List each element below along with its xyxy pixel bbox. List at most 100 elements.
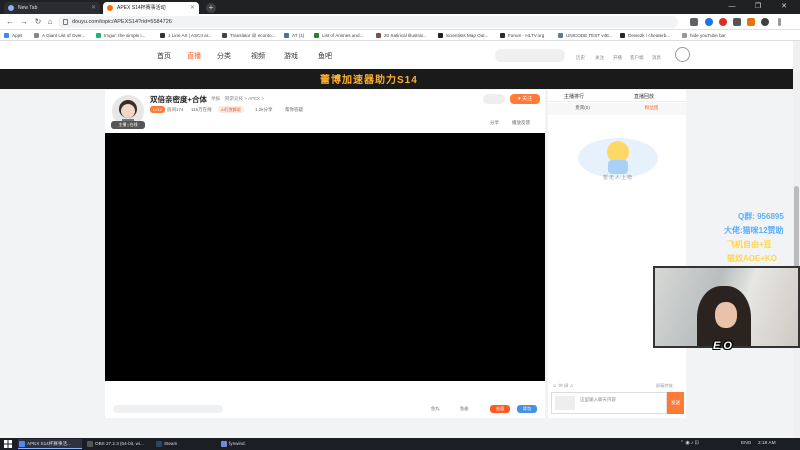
tab-vip[interactable]: 贵宾(0) — [548, 105, 617, 111]
menu-icon[interactable] — [778, 18, 781, 26]
settings-toggle[interactable] — [483, 94, 505, 104]
tab-label: APEX S14杯赛事活动 — [117, 5, 166, 11]
douyu-page: 首页 直播 分类 视频 游戏 鱼吧 历史 关注 开播 客户端 消息 蕾博加速器助… — [0, 41, 800, 438]
tray-icons[interactable]: ⌃ ◉ ♪ ⊡ — [680, 439, 699, 449]
bookmark-item[interactable]: List of Animes and... — [314, 31, 363, 40]
bookmark-item[interactable]: A Giant List of Over... — [34, 31, 85, 40]
recharge-button[interactable]: 充值 — [490, 405, 510, 413]
extension-icon[interactable] — [733, 18, 741, 26]
nav-follow[interactable]: 关注 — [595, 55, 604, 61]
room-category[interactable]: 网游竞技 > APEX > — [225, 96, 264, 102]
taskbar-discord[interactable]: fynwind. — [220, 439, 280, 449]
bookmarks-bar: Apps A Giant List of Over... Imgur: the … — [0, 30, 800, 41]
bookmark-item[interactable]: Devie2k / cheaterb... — [620, 31, 670, 40]
taskbar-obs[interactable]: OBS 27.2.3 (64-bit, wi... — [86, 439, 152, 449]
close-window-button[interactable]: ✕ — [774, 1, 794, 13]
bookmark-favicon — [682, 33, 687, 38]
nav-live[interactable]: 直播 — [187, 51, 201, 61]
reload-icon[interactable]: ↻ — [32, 16, 44, 28]
nav-category[interactable]: 分类 — [217, 51, 231, 61]
bookmark-item[interactable]: Forum - HLTV.org — [500, 31, 544, 40]
webcam-overlay — [653, 266, 800, 348]
new-tab-button[interactable]: + — [206, 3, 216, 13]
maximize-button[interactable]: ❐ — [748, 1, 768, 13]
block-effects-checkbox[interactable]: 屏蔽特效 — [656, 383, 673, 389]
chat-avatar — [555, 396, 575, 410]
backpack-button[interactable]: 背包 — [517, 405, 537, 413]
gift-bar[interactable] — [113, 405, 223, 413]
nav-broadcast[interactable]: 开播 — [613, 55, 622, 61]
share-icon[interactable] — [690, 18, 698, 26]
bookmark-favicon — [34, 33, 39, 38]
bookmark-favicon — [314, 33, 319, 38]
chrome-icon — [19, 441, 25, 447]
bookmark-apps[interactable]: Apps — [4, 31, 22, 40]
video-bottom-bar: 鱼丸 鱼翅 充值 背包 — [105, 381, 545, 418]
minimize-button[interactable]: — — [722, 1, 742, 13]
tab-new-tab[interactable]: New Tab ✕ — [4, 2, 100, 14]
clock[interactable]: 2:18 AM — [758, 439, 776, 449]
bookmark-item[interactable]: Translator @ econto... — [222, 31, 275, 40]
forward-arrow-icon[interactable]: → — [18, 16, 30, 28]
bookmark-favicon — [376, 33, 381, 38]
fish-ball-label[interactable]: 鱼丸 — [431, 406, 439, 412]
replay-tab[interactable]: 直播回放 — [634, 93, 654, 100]
home-icon[interactable]: ⌂ — [44, 16, 56, 28]
taskbar: APEX S14杯赛事活... OBS 27.2.3 (64-bit, wi..… — [0, 438, 800, 450]
user-avatar[interactable] — [675, 47, 690, 62]
taskbar-steam[interactable]: Steam — [155, 439, 215, 449]
extension-icon[interactable] — [705, 18, 713, 26]
windows-start-icon[interactable] — [4, 440, 12, 448]
taskbar-chrome[interactable]: APEX S14杯赛事活... — [18, 439, 82, 449]
share-button[interactable]: 分享 — [490, 120, 499, 126]
anchor-rank-tab[interactable]: 主播排行 — [564, 93, 584, 100]
chat-placeholder: 这里输入聊天内容 — [580, 397, 616, 402]
discord-icon — [221, 441, 227, 447]
back-arrow-icon[interactable]: ← — [4, 16, 16, 28]
tab-douyu[interactable]: APEX S14杯赛事活动 ✕ — [103, 2, 199, 14]
nav-video[interactable]: 视频 — [251, 51, 265, 61]
site-search-input[interactable] — [495, 49, 565, 62]
page-scrollbar[interactable] — [793, 41, 800, 438]
language-indicator[interactable]: ENG — [741, 439, 751, 449]
ai-badge[interactable]: AI打赏解说 — [218, 106, 244, 113]
send-button[interactable]: 发送 — [667, 392, 684, 414]
video-player[interactable] — [105, 133, 545, 381]
bookmark-favicon — [284, 33, 289, 38]
report-link[interactable]: 举报 — [211, 96, 220, 102]
tab-fan-club[interactable]: 粉丝团 — [617, 105, 686, 111]
bookmark-favicon — [160, 33, 165, 38]
banner-text: 蕾博加速器助力S14 — [320, 75, 418, 86]
nav-fish-bar[interactable]: 鱼吧 — [318, 51, 332, 61]
bookmark-item[interactable]: 1 Line Art | ASCII ar... — [160, 31, 212, 40]
address-bar[interactable]: douyu.com/topic/APEXS14?rid=5584726 — [58, 16, 678, 28]
nav-games[interactable]: 游戏 — [284, 51, 298, 61]
close-tab-icon[interactable]: ✕ — [91, 2, 96, 14]
room-id: 房间174 — [167, 107, 184, 112]
bookmark-item[interactable]: 20 Satirical Illustrat... — [376, 31, 427, 40]
fish-fin-label[interactable]: 鱼翅 — [460, 406, 468, 412]
promo-banner[interactable]: 蕾博加速器助力S14 — [0, 69, 793, 89]
nav-messages[interactable]: 消息 — [652, 55, 661, 61]
extension-icon[interactable] — [719, 18, 727, 26]
extension-icon[interactable] — [747, 18, 755, 26]
bookmark-item[interactable]: UNICODE TEST v4E... — [558, 31, 613, 40]
close-tab-icon[interactable]: ✕ — [190, 2, 195, 14]
bookmark-item[interactable]: Scientists Map Out... — [438, 31, 488, 40]
bookmark-item[interactable]: hide youTube bar — [682, 31, 726, 40]
browser-tab-strip: New Tab ✕ APEX S14杯赛事活动 ✕ + — ❐ ✕ — [0, 0, 800, 14]
chat-input[interactable]: 这里输入聊天内容 — [551, 392, 667, 414]
feedback-button[interactable]: 播放反馈 — [512, 120, 530, 126]
nav-home[interactable]: 首页 — [157, 51, 171, 61]
bookmark-item[interactable]: AT (1) — [284, 31, 304, 40]
nav-client[interactable]: 客户端 — [630, 55, 644, 61]
scrollbar-thumb[interactable] — [794, 186, 799, 276]
follow-button[interactable]: ♥ 关注 — [510, 94, 540, 104]
site-header: 首页 直播 分类 视频 游戏 鱼吧 历史 关注 开播 客户端 消息 — [0, 41, 793, 69]
nav-history[interactable]: 历史 — [576, 55, 585, 61]
level-badge: LV12 — [150, 106, 166, 113]
help-link[interactable]: 帮你答疑 — [285, 107, 303, 113]
chat-tool-icons[interactable]: ☺ ✉ ⊞ ♫ — [552, 383, 573, 389]
bookmark-item[interactable]: Imgur: the simple i... — [96, 31, 145, 40]
profile-avatar[interactable] — [761, 18, 769, 26]
